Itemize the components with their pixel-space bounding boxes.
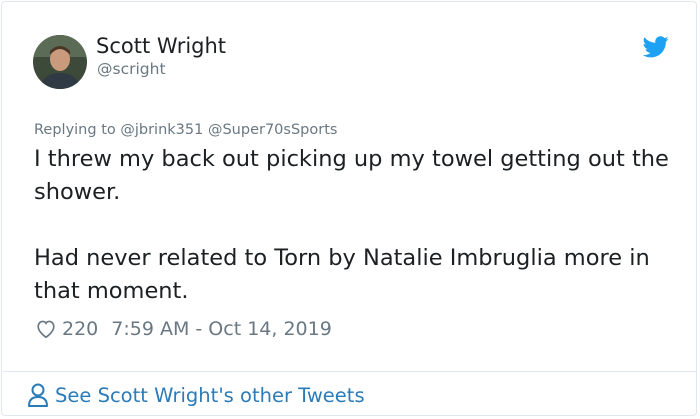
replying-to: Replying to @jbrink351 @Super70sSports	[34, 122, 337, 138]
see-other-tweets-label[interactable]: See Scott Wright's other Tweets	[55, 384, 365, 407]
tweet-text: I threw my back out picking up my towel …	[34, 143, 684, 308]
avatar[interactable]	[33, 35, 87, 89]
timestamp[interactable]: 7:59 AM - Oct 14, 2019	[111, 318, 332, 340]
tweet-card: Scott Wright @scright Replying to @jbrin…	[1, 1, 697, 416]
person-icon	[28, 383, 48, 407]
tweet-paragraph: Had never related to Torn by Natalie Imb…	[34, 245, 650, 304]
replying-prefix: Replying to	[34, 122, 116, 138]
author-handle[interactable]: @scright	[97, 60, 166, 78]
divider	[3, 371, 697, 372]
mention-link[interactable]: @jbrink351	[120, 122, 203, 138]
twitter-bird-icon[interactable]	[643, 36, 669, 58]
like-count[interactable]: 220	[62, 318, 98, 340]
author-display-name[interactable]: Scott Wright	[96, 34, 226, 58]
see-other-tweets-link[interactable]: See Scott Wright's other Tweets	[27, 382, 365, 408]
tweet-paragraph: I threw my back out picking up my towel …	[34, 146, 669, 205]
heart-icon[interactable]	[35, 318, 57, 340]
tweet-meta: 220 7:59 AM - Oct 14, 2019	[35, 318, 332, 340]
mention-link[interactable]: @Super70sSports	[208, 122, 337, 138]
